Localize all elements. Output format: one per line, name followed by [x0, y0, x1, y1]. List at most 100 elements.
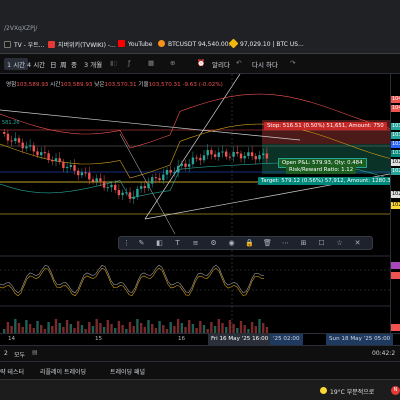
candle-body	[17, 138, 21, 143]
price-tag: 104	[391, 96, 400, 103]
alert-button[interactable]: 알리다	[212, 59, 230, 69]
plus-icon[interactable]: ⊕	[170, 59, 175, 67]
drawing-toolbar: ⋮ ✎ ◧ T ≡ ⚙ ◉ 🔒 🗑 ⋯ ⊞ ☐ ☆ ✕	[118, 236, 373, 250]
chart-type-icon[interactable]: ⊞	[299, 239, 308, 248]
notification-badge[interactable]: N	[391, 386, 400, 395]
chart-canvas[interactable]	[0, 74, 390, 344]
candle-body	[143, 186, 146, 189]
undo-icon[interactable]: ↶	[236, 59, 241, 67]
volume-bar	[110, 324, 113, 333]
tab-replay-trading[interactable]: 리플레이 트레이딩	[40, 367, 86, 376]
time-tick: 14	[8, 336, 16, 342]
color-icon[interactable]: ◧	[155, 239, 164, 248]
candle-body	[151, 177, 154, 184]
range-button[interactable]: 2	[4, 350, 8, 357]
text-color-icon[interactable]: T	[173, 239, 182, 248]
time-axis[interactable]: 14 15 16 Fri 16 May '25 16:00 '25 02:00 …	[0, 333, 400, 345]
bookmark-tv[interactable]: TV - 우트...	[4, 40, 45, 49]
templates-icon[interactable]: ▦	[148, 59, 154, 67]
stop-label[interactable]: Stop: 516.51 (0.50%) 51,651, Amount: 750	[264, 122, 387, 130]
ohlc-legend: 영험103,589.93 시간103,589.93 낮은103,570.31 기…	[6, 82, 223, 88]
rsi-tag	[391, 272, 400, 279]
settings-icon[interactable]: ⚙	[209, 239, 218, 248]
trash-icon[interactable]: ✕	[353, 239, 362, 248]
redo-button[interactable]: 다시 하다	[252, 59, 278, 69]
interval-1h[interactable]: 1 시간	[4, 58, 29, 70]
bookmark-youtube[interactable]: YouTube	[118, 40, 152, 48]
candle-type-icon[interactable]: ▮▯	[110, 59, 117, 67]
interval-month[interactable]: 중	[71, 59, 77, 69]
browser-url-bar[interactable]: /2VXqXZPj/	[0, 0, 400, 34]
tab-trading-panel[interactable]: 트레이딩 패널	[110, 367, 145, 376]
bottom-panel-tabs: 략 테스터 리플레이 트레이딩 트레이딩 패널	[0, 361, 400, 379]
candle-body	[99, 178, 102, 182]
interval-week[interactable]: 周	[60, 59, 67, 69]
candle-body	[232, 151, 235, 157]
trend-line	[0, 109, 301, 141]
more-icon[interactable]: ⋯	[281, 239, 290, 248]
indicator-value: 581.26	[2, 120, 20, 126]
candle-body	[188, 164, 191, 167]
candle-body	[158, 178, 161, 181]
volume-bar	[106, 320, 109, 333]
chart-pane[interactable]: 영험103,589.93 시간103,589.93 낮은103,570.31 기…	[0, 74, 390, 344]
indicator-icon[interactable]: ƒ	[128, 59, 130, 67]
weather-icon[interactable]	[320, 387, 327, 394]
price-tag: 103	[391, 123, 400, 130]
calendar-icon[interactable]: ▤	[32, 349, 38, 356]
volume-tag	[391, 324, 400, 331]
tab-strategy-tester[interactable]: 략 테스터	[0, 367, 24, 376]
drag-handle-icon[interactable]: ⋮	[122, 239, 131, 248]
candle-body	[217, 152, 220, 157]
bookmark-btc-us[interactable]: 97,029.10 | BTC US...	[228, 38, 304, 49]
alert-icon[interactable]: ⏰	[197, 59, 205, 67]
candle-body	[121, 192, 124, 196]
volume-bar	[162, 325, 165, 333]
delete-icon[interactable]: 🗑	[263, 239, 272, 248]
volume-bar	[136, 319, 139, 333]
candle-body	[3, 132, 6, 134]
visibility-icon[interactable]: ◉	[227, 239, 236, 248]
candle-body	[132, 196, 135, 199]
candle-body	[102, 181, 106, 188]
candle-body	[32, 145, 35, 152]
bookmark-btcusdt[interactable]: BTCUSDT 94,540.00...	[158, 40, 234, 48]
candle-body	[25, 146, 28, 149]
lock-icon[interactable]: 🔒	[245, 239, 254, 248]
star-icon[interactable]: ☆	[335, 239, 344, 248]
interval-3m[interactable]: 3 개월	[84, 59, 102, 69]
volume-bar	[25, 320, 28, 333]
candle-body	[10, 140, 13, 142]
volume-bar	[10, 326, 13, 333]
line-width-icon[interactable]: ≡	[191, 239, 200, 248]
volume-bar	[228, 320, 232, 333]
volume-bar	[188, 320, 191, 333]
redo-icon[interactable]: ↷	[290, 59, 295, 67]
volume-bar	[173, 326, 176, 333]
candle-body	[125, 192, 128, 194]
template-icon[interactable]: ☐	[317, 239, 326, 248]
candle-body	[254, 156, 257, 160]
price-scale[interactable]: 104 104 103 103 103 103 102 102 102 102	[390, 74, 400, 344]
volume-bar	[117, 321, 121, 333]
volume-bar	[121, 325, 124, 333]
target-label[interactable]: Target: 579.12 (0.56%) 57,912, Amount: 1…	[258, 177, 390, 185]
rsi-line	[0, 264, 265, 294]
volume-bar	[151, 324, 154, 333]
candle-body	[247, 152, 250, 156]
price-tag: 102	[391, 191, 400, 198]
volume-bar	[191, 324, 195, 333]
all-range-button[interactable]: 모두	[14, 350, 25, 359]
candle-body	[221, 151, 224, 153]
brush-icon[interactable]: ✎	[137, 239, 146, 248]
candle-body	[262, 153, 265, 156]
volume-bar	[158, 321, 161, 333]
bookmarks-bar: TV - 우트... 지버위키(TVWIKI) -... YouTube BTC…	[0, 34, 400, 54]
bookmark-tvwiki[interactable]: 지버위키(TVWIKI) -...	[48, 40, 116, 49]
candle-body	[65, 166, 69, 169]
volume-bar	[258, 319, 261, 333]
interval-4h[interactable]: 4 시간	[27, 59, 45, 69]
price-tag: 102	[391, 202, 400, 209]
interval-day[interactable]: 日	[50, 59, 57, 69]
candle-body	[213, 154, 217, 157]
